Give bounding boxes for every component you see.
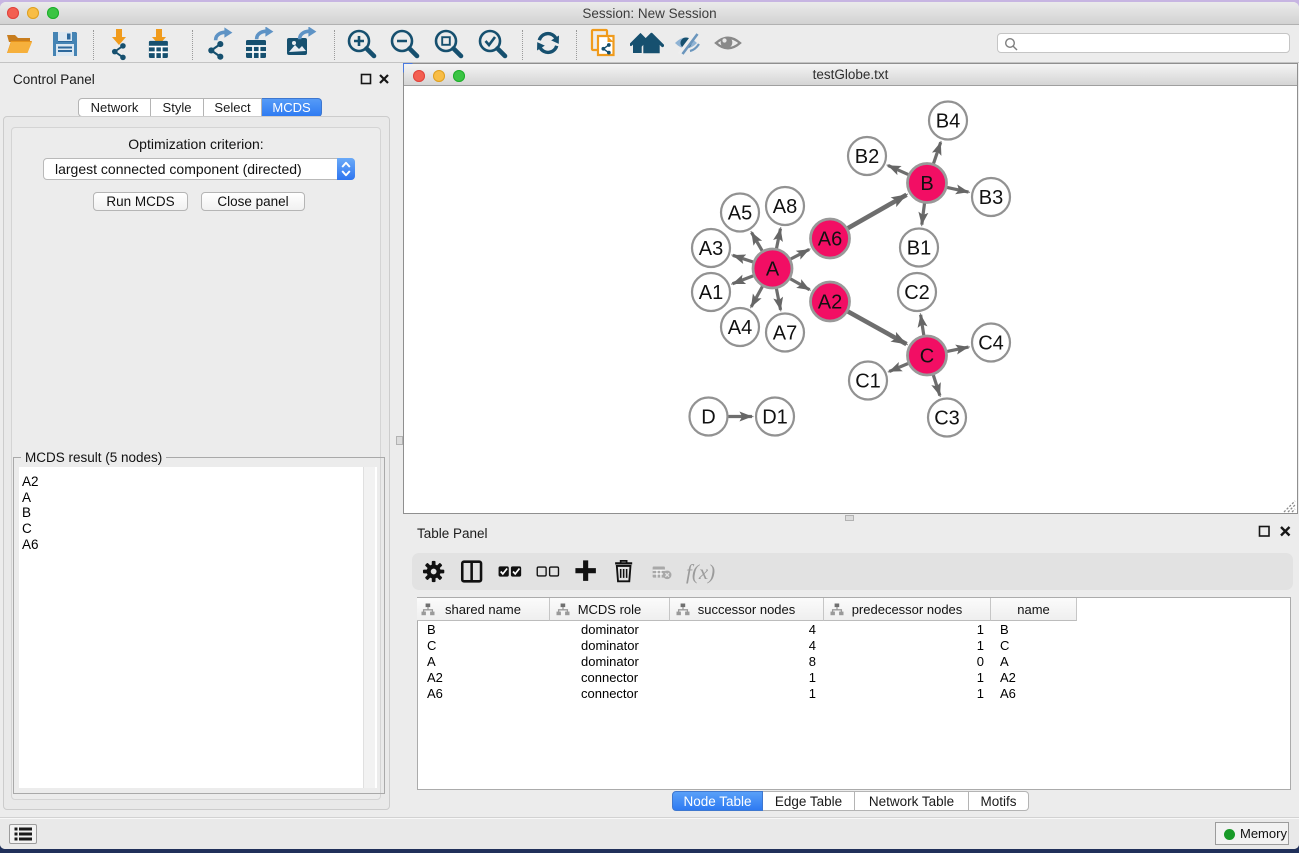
svg-text:B: B [920, 173, 933, 195]
svg-text:C4: C4 [978, 333, 1004, 355]
svg-text:B2: B2 [855, 146, 879, 168]
svg-text:C1: C1 [855, 371, 881, 393]
svg-text:B4: B4 [936, 111, 960, 133]
svg-text:A: A [766, 259, 780, 281]
svg-text:A8: A8 [773, 196, 797, 218]
svg-text:C2: C2 [904, 282, 930, 304]
svg-text:A3: A3 [699, 238, 723, 260]
svg-text:A1: A1 [699, 282, 723, 304]
svg-text:C3: C3 [934, 408, 960, 430]
svg-text:A4: A4 [728, 317, 752, 339]
svg-text:B3: B3 [979, 187, 1003, 209]
svg-text:A2: A2 [818, 292, 842, 314]
svg-text:A5: A5 [728, 203, 752, 225]
svg-text:A6: A6 [818, 229, 842, 251]
svg-text:D: D [701, 407, 715, 429]
svg-text:C: C [920, 346, 934, 368]
svg-text:B1: B1 [907, 238, 931, 260]
svg-text:D1: D1 [762, 407, 788, 429]
svg-text:A7: A7 [773, 323, 797, 345]
